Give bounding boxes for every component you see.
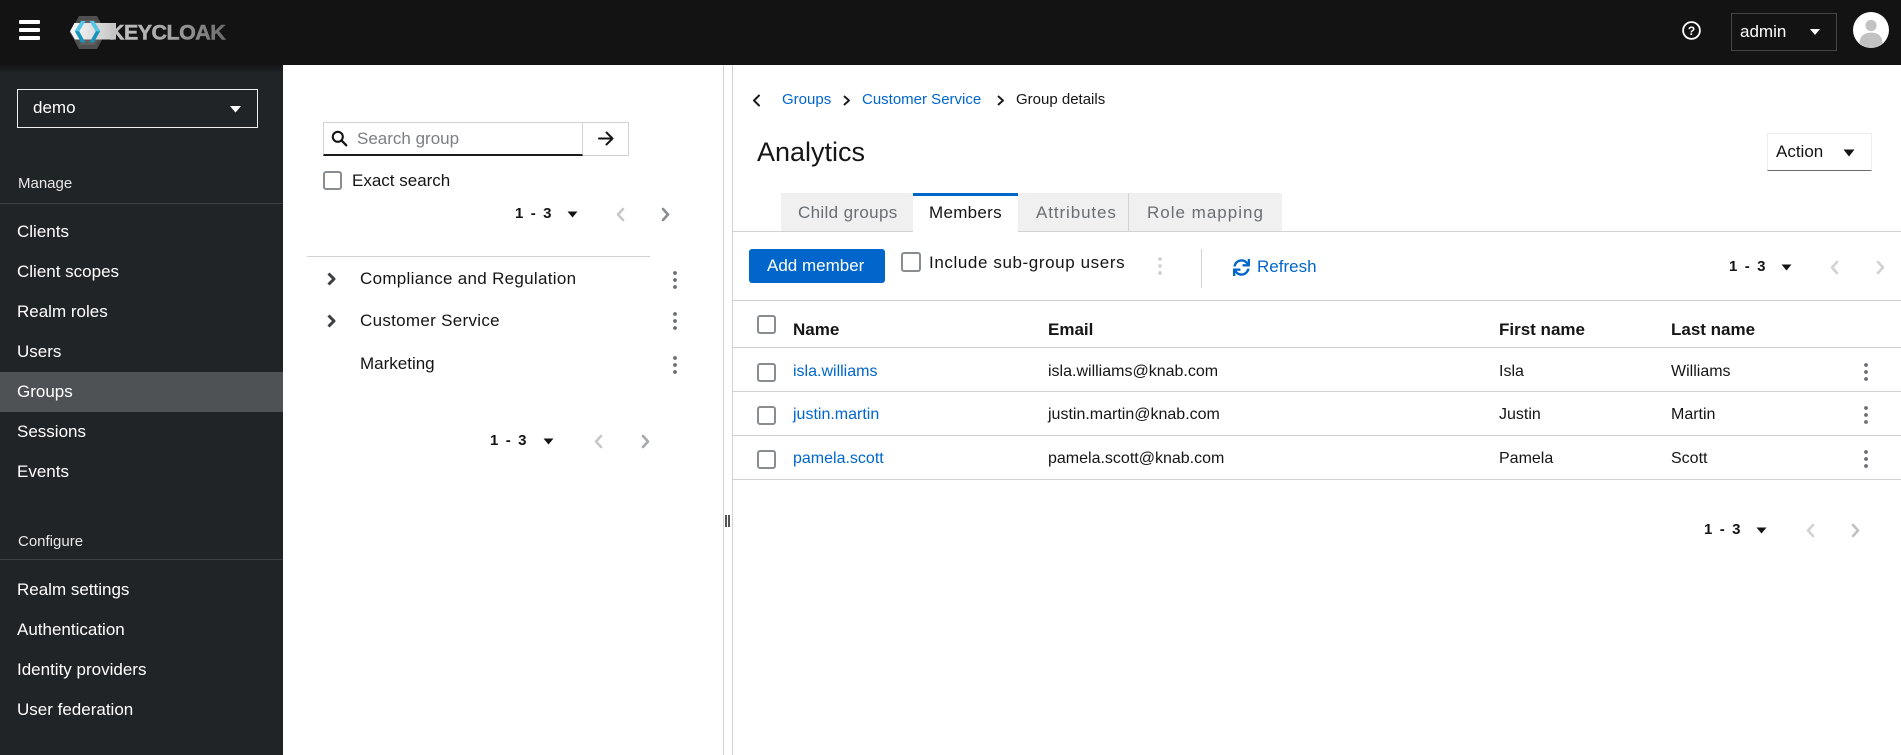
svg-text:?: ? [1688,24,1695,38]
svg-text:KEYCLOAK: KEYCLOAK [109,21,226,45]
